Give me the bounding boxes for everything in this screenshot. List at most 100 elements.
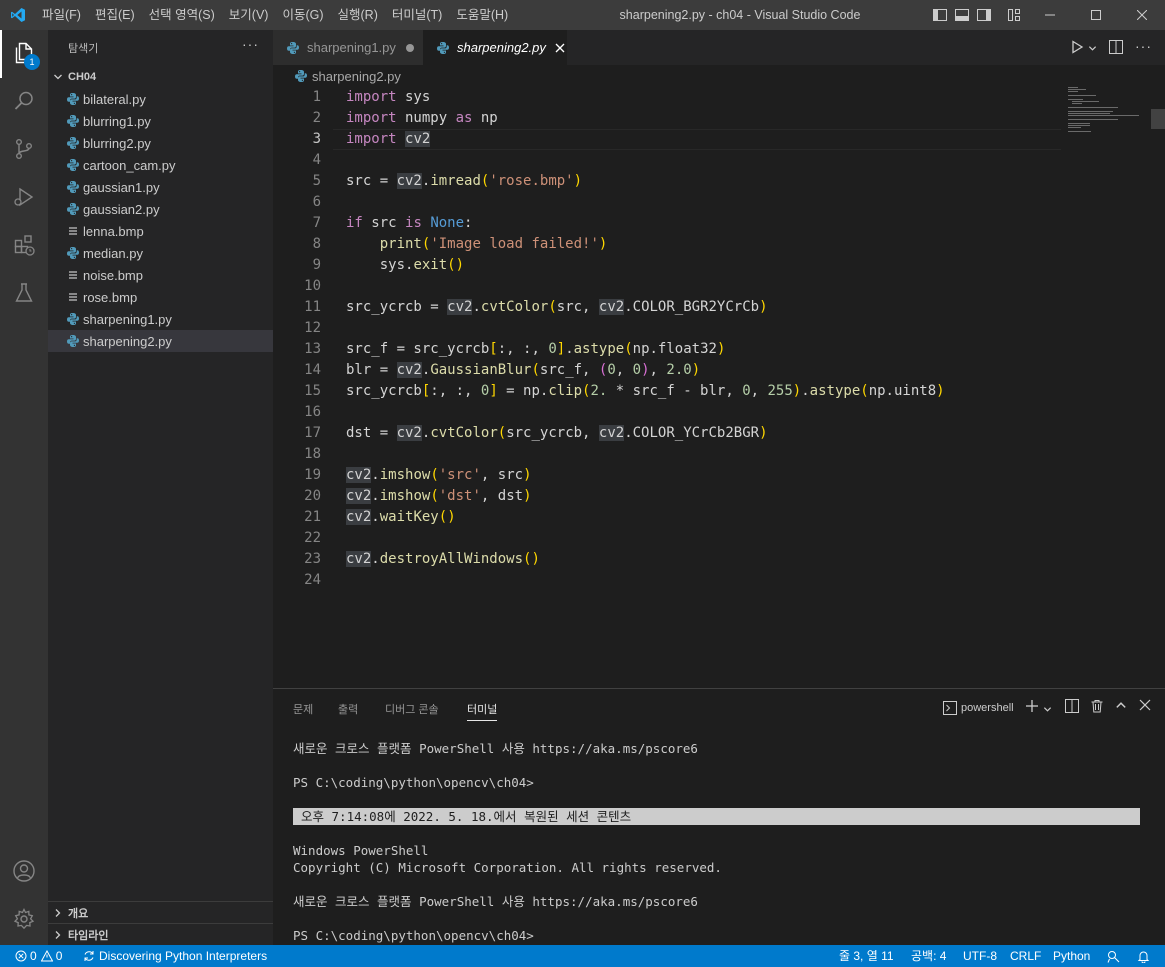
editor-more-button[interactable]: ··· — [1135, 38, 1152, 54]
menu-item[interactable]: 파일(F) — [35, 0, 88, 30]
code-line[interactable]: 14 blr = cv2.GaussianBlur(src_f, (0, 0), … — [273, 360, 1063, 381]
code-line[interactable]: 8 print('Image load failed!') — [273, 234, 1063, 255]
panel-tab[interactable]: 문제 — [293, 701, 313, 717]
code-line[interactable]: 6 — [273, 192, 1063, 213]
outline-section[interactable]: 개요 — [48, 901, 273, 923]
file-item[interactable]: cartoon_cam.py — [48, 154, 273, 176]
code-line[interactable]: 20 cv2.imshow('dst', dst) — [273, 486, 1063, 507]
toggle-panel-icon[interactable] — [954, 7, 970, 23]
menu-item[interactable]: 보기(V) — [222, 0, 276, 30]
code-line[interactable]: 19 cv2.imshow('src', src) — [273, 465, 1063, 486]
code-editor[interactable]: 1 import sys 2 import numpy as np 3 import cv… — [273, 87, 1165, 688]
menu-item[interactable]: 실행(R) — [331, 0, 385, 30]
minimap[interactable] — [1068, 87, 1148, 147]
language-mode[interactable]: Python — [1053, 945, 1090, 967]
code-line[interactable]: 3 import cv2 — [273, 129, 1063, 150]
kill-terminal-button[interactable] — [1090, 699, 1106, 715]
code-line[interactable]: 17 dst = cv2.cvtColor(src_ycrcb, cv2.COLO… — [273, 423, 1063, 444]
file-item[interactable]: bilateral.py — [48, 88, 273, 110]
menu-item[interactable]: 이동(G) — [275, 0, 330, 30]
menu-item[interactable]: 선택 영역(S) — [142, 0, 222, 30]
indentation-status[interactable]: 공백: 4 — [911, 945, 946, 967]
code-line[interactable]: 9 sys.exit() — [273, 255, 1063, 276]
code-line[interactable]: 4 — [273, 150, 1063, 171]
menu-item[interactable]: 편집(E) — [88, 0, 142, 30]
file-item[interactable]: median.py — [48, 242, 273, 264]
close-panel-button[interactable] — [1139, 699, 1155, 715]
breadcrumb[interactable]: sharpening2.py — [273, 65, 1165, 87]
python-discovery-status[interactable]: Discovering Python Interpreters — [83, 945, 267, 967]
file-item[interactable]: blurring2.py — [48, 132, 273, 154]
more-actions-button[interactable]: ··· — [242, 36, 259, 52]
panel-tab[interactable]: 출력 — [338, 701, 358, 717]
code-line[interactable]: 22 — [273, 528, 1063, 549]
file-item[interactable]: gaussian2.py — [48, 198, 273, 220]
run-debug-activity[interactable] — [0, 174, 48, 222]
file-item[interactable]: sharpening2.py — [48, 330, 273, 352]
code-line[interactable]: 24 — [273, 570, 1063, 591]
notifications-button[interactable] — [1137, 945, 1150, 967]
code-line[interactable]: 7 if src is None: — [273, 213, 1063, 234]
search-activity[interactable] — [0, 78, 48, 126]
code-line[interactable]: 13 src_f = src_ycrcb[:, :, 0].astype(np.f… — [273, 339, 1063, 360]
code-line[interactable]: 15 src_ycrcb[:, :, 0] = np.clip(2. * src_… — [273, 381, 1063, 402]
line-number: 13 — [304, 341, 321, 357]
eol-status[interactable]: CRLF — [1010, 945, 1041, 967]
file-item[interactable]: rose.bmp — [48, 286, 273, 308]
source-control-activity[interactable] — [0, 126, 48, 174]
menu-item[interactable]: 터미널(T) — [385, 0, 449, 30]
file-item[interactable]: sharpening1.py — [48, 308, 273, 330]
new-terminal-button[interactable] — [1025, 699, 1041, 715]
problems-status[interactable]: 0 0 — [15, 945, 62, 967]
terminal-select[interactable]: powershell — [943, 699, 1014, 717]
code-line[interactable]: 21 cv2.waitKey() — [273, 507, 1063, 528]
accounts-activity[interactable] — [0, 848, 48, 896]
scrollbar-thumb[interactable] — [1151, 109, 1165, 129]
feedback-button[interactable] — [1107, 945, 1120, 967]
code-line[interactable]: 1 import sys — [273, 87, 1063, 108]
extensions-activity[interactable] — [0, 222, 48, 270]
code-line[interactable]: 10 — [273, 276, 1063, 297]
customize-layout-icon[interactable] — [1006, 7, 1022, 23]
code-line[interactable]: 18 — [273, 444, 1063, 465]
tab-sharpening1[interactable]: sharpening1.py — [273, 30, 423, 65]
close-tab-icon[interactable] — [555, 43, 565, 53]
terminal-icon — [943, 701, 957, 715]
python-file-icon — [65, 311, 81, 327]
timeline-section[interactable]: 타임라인 — [48, 923, 273, 945]
code-text: print('Image load failed!') — [379, 236, 608, 252]
code-line[interactable]: 12 — [273, 318, 1063, 339]
toggle-secondary-sidebar-icon[interactable] — [976, 7, 992, 23]
menu-item[interactable]: 도움말(H) — [449, 0, 515, 30]
cursor-position[interactable]: 줄 3, 열 11 — [839, 945, 894, 967]
file-item[interactable]: blurring1.py — [48, 110, 273, 132]
minimap-line — [1068, 125, 1090, 126]
code-line[interactable]: 16 — [273, 402, 1063, 423]
folder-header[interactable]: CH04 — [48, 66, 273, 88]
code-line[interactable]: 5 src = cv2.imread('rose.bmp') — [273, 171, 1063, 192]
maximize-panel-button[interactable] — [1115, 699, 1131, 715]
panel-tab[interactable]: 터미널 — [467, 701, 498, 721]
panel-tab[interactable]: 디버그 콘솔 — [385, 701, 439, 717]
file-name: sharpening1.py — [83, 311, 172, 327]
minimize-button[interactable] — [1027, 0, 1073, 30]
testing-activity[interactable] — [0, 270, 48, 318]
file-item[interactable]: gaussian1.py — [48, 176, 273, 198]
file-item[interactable]: noise.bmp — [48, 264, 273, 286]
manage-activity[interactable] — [0, 896, 48, 944]
close-window-button[interactable] — [1119, 0, 1165, 30]
code-line[interactable]: 2 import numpy as np — [273, 108, 1063, 129]
code-line[interactable]: 23 cv2.destroyAllWindows() — [273, 549, 1063, 570]
toggle-primary-sidebar-icon[interactable] — [932, 7, 948, 23]
code-line[interactable]: 11 src_ycrcb = cv2.cvtColor(src, cv2.COLO… — [273, 297, 1063, 318]
explorer-activity[interactable]: 1 — [0, 30, 48, 78]
editor-scrollbar[interactable] — [1151, 87, 1165, 688]
terminal-dropdown-button[interactable] — [1043, 702, 1059, 718]
split-editor-button[interactable] — [1109, 40, 1123, 57]
maximize-button[interactable] — [1073, 0, 1119, 30]
file-item[interactable]: lenna.bmp — [48, 220, 273, 242]
encoding-status[interactable]: UTF-8 — [963, 945, 997, 967]
split-terminal-button[interactable] — [1065, 699, 1081, 715]
tab-sharpening2[interactable]: sharpening2.py — [423, 30, 567, 65]
run-python-button[interactable] — [1070, 40, 1097, 57]
